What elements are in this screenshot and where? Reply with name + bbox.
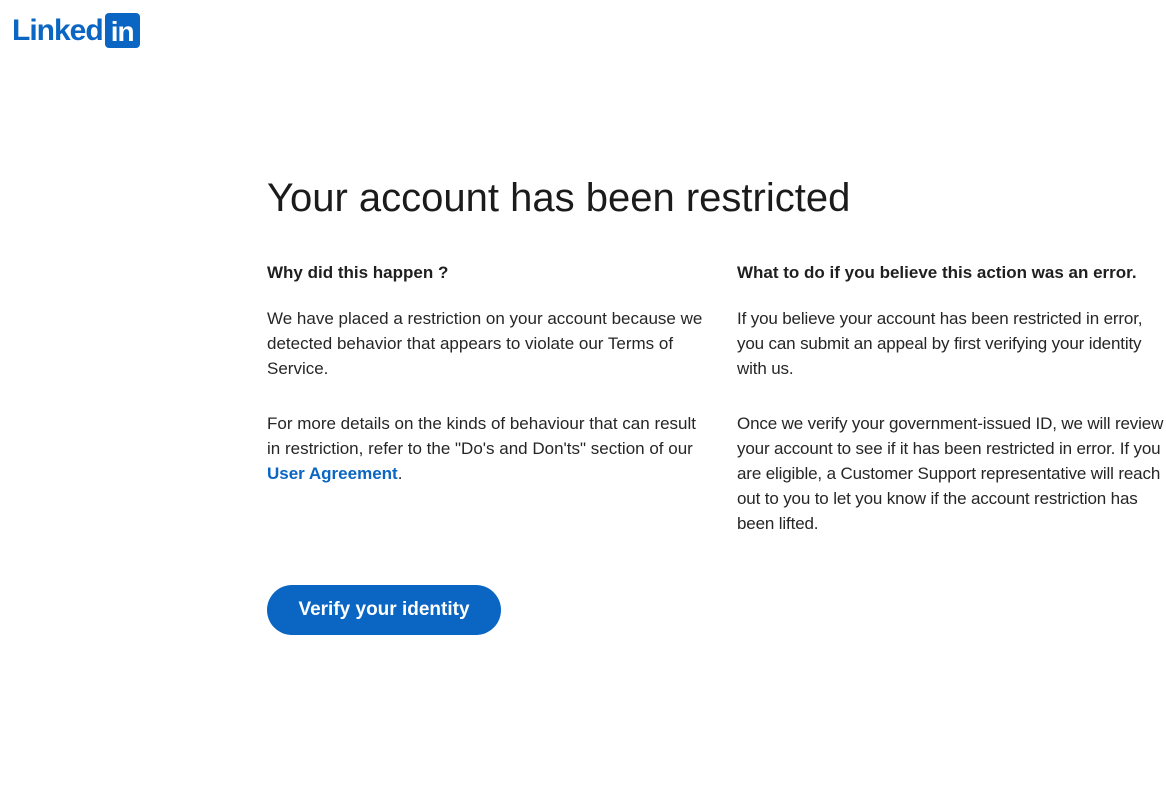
why-paragraph-1: We have placed a restriction on your acc… <box>267 309 703 378</box>
linkedin-logo[interactable]: Linked in <box>12 13 140 48</box>
user-agreement-link[interactable]: User Agreement <box>267 464 398 483</box>
appeal-paragraph-2: Once we verify your government-issued ID… <box>737 414 1164 533</box>
logo-wordmark: Linked <box>12 14 104 47</box>
why-paragraph-2: For more details on the kinds of behavio… <box>267 411 707 486</box>
why-paragraph-2-text: For more details on the kinds of behavio… <box>267 414 697 458</box>
why-section: Why did this happen ? We have placed a r… <box>267 259 707 516</box>
appeal-section: What to do if you believe this action wa… <box>737 259 1166 566</box>
why-heading: Why did this happen ? <box>267 263 449 282</box>
why-paragraph-2-end: . <box>397 464 403 483</box>
appeal-heading: What to do if you believe this action wa… <box>737 263 1137 282</box>
appeal-paragraph-1: If you believe your account has been res… <box>737 309 1143 378</box>
verify-identity-button[interactable]: Verify your identity <box>267 585 501 635</box>
logo-in-box: in <box>104 13 140 48</box>
page-title: Your account has been restricted <box>267 176 851 220</box>
